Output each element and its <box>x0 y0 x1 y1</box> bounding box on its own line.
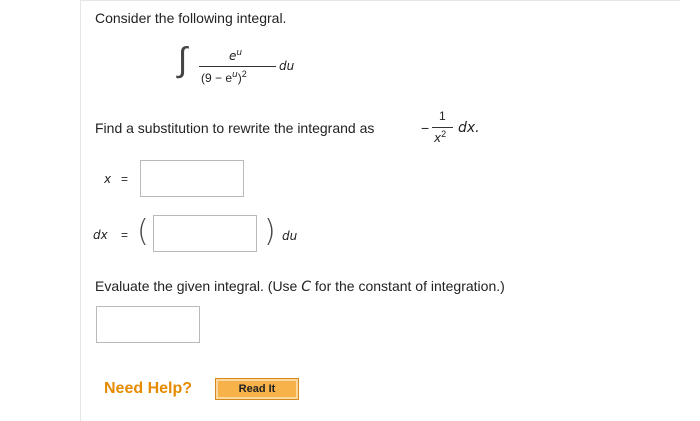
dx-coefficient-input[interactable] <box>153 215 257 252</box>
target-denominator: x2 <box>434 129 447 145</box>
content-frame-left-border <box>80 0 81 421</box>
content-frame-top-border <box>80 0 680 1</box>
x-equals-sign: = <box>121 172 129 186</box>
dx-label: dx <box>93 228 108 242</box>
target-minus-sign: − <box>421 120 430 136</box>
dx-equals-sign: = <box>121 228 129 242</box>
substitution-prompt: Find a substitution to rewrite the integ… <box>95 120 375 136</box>
dx-open-paren: ( <box>137 214 149 249</box>
integrand-numerator: eu <box>229 48 243 63</box>
integral-sign: ∫ <box>178 40 188 80</box>
integral-differential: du <box>279 59 295 73</box>
x-label: x <box>104 172 112 186</box>
read-it-button[interactable]: Read It <box>215 378 299 400</box>
target-fraction-bar <box>432 127 453 128</box>
integrand-fraction-bar <box>199 66 276 67</box>
evaluate-prompt: Evaluate the given integral. (Use C for … <box>95 278 505 295</box>
need-help-label: Need Help? <box>104 380 193 397</box>
integral-answer-input[interactable] <box>96 306 200 343</box>
target-differential: dx. <box>458 120 480 136</box>
x-substitution-input[interactable] <box>140 160 244 197</box>
target-numerator: 1 <box>439 109 446 123</box>
dx-close-paren: ) <box>264 214 276 249</box>
dx-differential: du <box>282 229 298 243</box>
integrand-denominator: (9 − eu)2 <box>201 69 247 85</box>
question-intro: Consider the following integral. <box>95 10 287 26</box>
